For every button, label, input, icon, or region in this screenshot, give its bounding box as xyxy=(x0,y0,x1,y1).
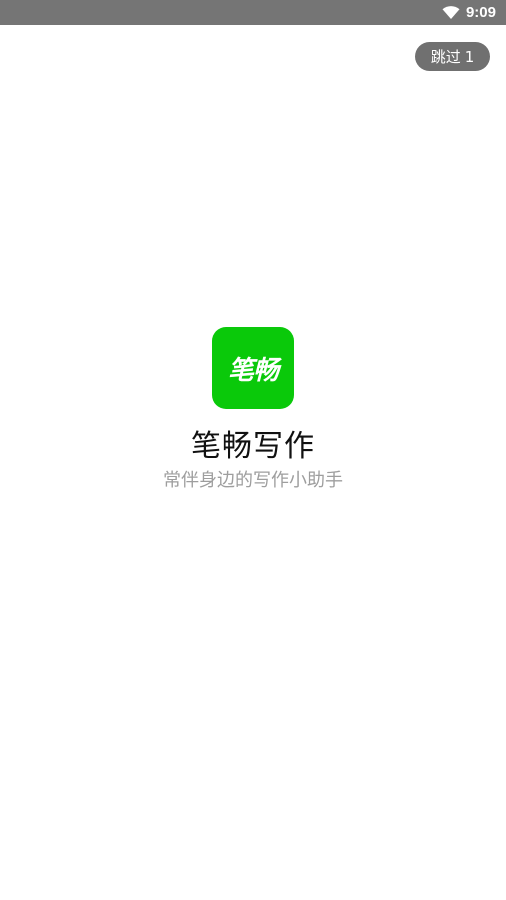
skip-button[interactable]: 跳过 1 xyxy=(415,42,490,71)
skip-label: 跳过 xyxy=(430,48,461,66)
status-bar: 9:09 xyxy=(0,0,506,25)
app-logo: 笔畅 xyxy=(212,327,294,409)
app-tagline: 常伴身边的写作小助手 xyxy=(163,470,343,491)
status-time: 9:09 xyxy=(465,4,496,21)
logo-text: 笔畅 xyxy=(227,355,279,386)
app-name: 笔畅写作 xyxy=(191,429,315,464)
status-icons: 9:09 xyxy=(442,0,496,25)
skip-countdown: 1 xyxy=(464,47,475,66)
wifi-icon xyxy=(442,5,460,20)
